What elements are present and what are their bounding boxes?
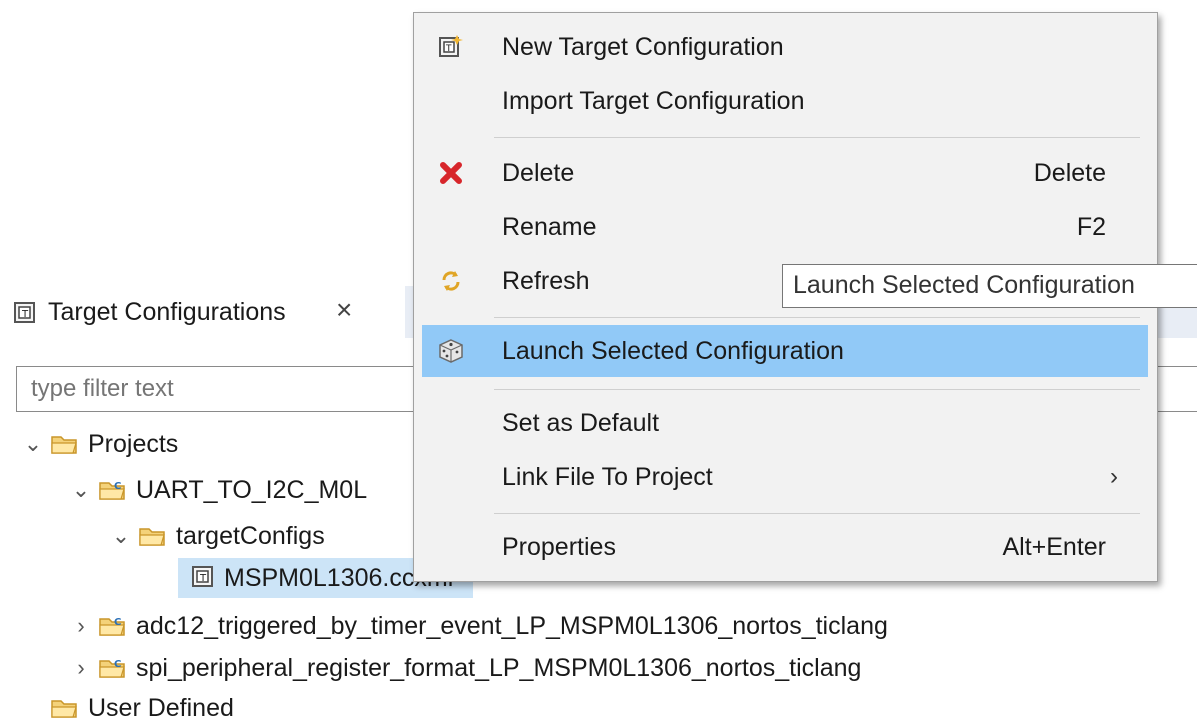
menu-separator bbox=[494, 317, 1140, 318]
menu-item-label: Set as Default bbox=[502, 408, 660, 437]
svg-text:C: C bbox=[114, 481, 121, 492]
project-folder-icon: C bbox=[98, 656, 126, 680]
menu-item-import-target-configuration[interactable]: Import Target Configuration bbox=[422, 75, 1148, 127]
chevron-down-icon[interactable]: ⌄ bbox=[70, 477, 92, 503]
tree-item-label: adc12_triggered_by_timer_event_LP_MSPM0L… bbox=[136, 611, 888, 640]
view-title: Target Configurations bbox=[48, 298, 286, 326]
folder-icon bbox=[50, 432, 78, 456]
tooltip: Launch Selected Configuration bbox=[782, 264, 1197, 308]
project-folder-icon: C bbox=[98, 478, 126, 502]
tree-item-user-defined[interactable]: User Defined bbox=[50, 688, 234, 728]
svg-text:T: T bbox=[199, 573, 207, 584]
menu-item-label: Rename bbox=[502, 212, 597, 241]
menu-item-label: Delete bbox=[502, 158, 575, 187]
svg-text:T: T bbox=[21, 309, 29, 320]
close-icon[interactable]: × bbox=[336, 294, 352, 326]
tree-item-label: UART_TO_I2C_M0L bbox=[136, 475, 368, 504]
chevron-right-icon[interactable]: › bbox=[70, 655, 92, 681]
tree-item-targetconfigs[interactable]: ⌄ targetConfigs bbox=[110, 516, 325, 556]
red-x-icon bbox=[436, 158, 466, 188]
chevron-right-icon: › bbox=[1110, 463, 1118, 490]
svg-text:C: C bbox=[114, 659, 121, 670]
tree-item-projects[interactable]: ⌄ Projects bbox=[22, 424, 179, 464]
tree-item-label: targetConfigs bbox=[176, 521, 325, 550]
chevron-right-icon[interactable]: › bbox=[70, 613, 92, 639]
new-target-config-icon: T bbox=[436, 32, 466, 62]
menu-separator bbox=[494, 389, 1140, 390]
tree-item-label: Projects bbox=[88, 429, 179, 458]
menu-item-properties[interactable]: Properties Alt+Enter bbox=[422, 521, 1148, 573]
target-config-icon: T bbox=[14, 302, 36, 324]
menu-item-accelerator: Delete bbox=[1033, 158, 1106, 187]
menu-separator bbox=[494, 137, 1140, 138]
tab-target-configurations[interactable]: T Target Configurations × bbox=[0, 258, 405, 338]
folder-icon bbox=[138, 524, 166, 548]
menu-item-rename[interactable]: Rename F2 bbox=[422, 201, 1148, 253]
menu-item-label: Properties bbox=[502, 532, 616, 561]
svg-text:C: C bbox=[114, 617, 121, 628]
menu-item-new-target-configuration[interactable]: T New Target Configuration bbox=[422, 21, 1148, 73]
chevron-down-icon[interactable]: ⌄ bbox=[110, 523, 132, 549]
tree-item-project-uart[interactable]: ⌄ C UART_TO_I2C_M0L bbox=[70, 470, 367, 510]
tree-item-project-spi[interactable]: › C spi_peripheral_register_format_LP_MS… bbox=[70, 648, 861, 688]
menu-item-set-as-default[interactable]: Set as Default bbox=[422, 397, 1148, 449]
menu-item-launch-selected-configuration[interactable]: Launch Selected Configuration bbox=[422, 325, 1148, 377]
menu-item-accelerator: Alt+Enter bbox=[1002, 532, 1106, 561]
menu-item-label: New Target Configuration bbox=[502, 32, 784, 61]
project-folder-icon: C bbox=[98, 614, 126, 638]
launch-die-icon bbox=[436, 336, 466, 366]
target-config-icon: T bbox=[192, 566, 214, 590]
menu-separator bbox=[494, 513, 1140, 514]
menu-item-label: Launch Selected Configuration bbox=[502, 336, 844, 365]
menu-item-link-file-to-project[interactable]: Link File To Project › bbox=[422, 451, 1148, 503]
chevron-down-icon[interactable]: ⌄ bbox=[22, 431, 44, 457]
folder-icon bbox=[50, 696, 78, 720]
menu-item-accelerator: F2 bbox=[1076, 212, 1106, 241]
refresh-icon bbox=[436, 266, 466, 296]
menu-item-delete[interactable]: Delete Delete bbox=[422, 147, 1148, 199]
tree-item-label: spi_peripheral_register_format_LP_MSPM0L… bbox=[136, 653, 862, 682]
tree-item-label: User Defined bbox=[88, 693, 234, 722]
menu-item-label: Import Target Configuration bbox=[502, 86, 805, 115]
tree-item-project-adc12[interactable]: › C adc12_triggered_by_timer_event_LP_MS… bbox=[70, 606, 888, 646]
menu-item-label: Refresh bbox=[502, 266, 590, 295]
menu-item-label: Link File To Project bbox=[502, 462, 713, 491]
svg-text:T: T bbox=[445, 44, 452, 54]
